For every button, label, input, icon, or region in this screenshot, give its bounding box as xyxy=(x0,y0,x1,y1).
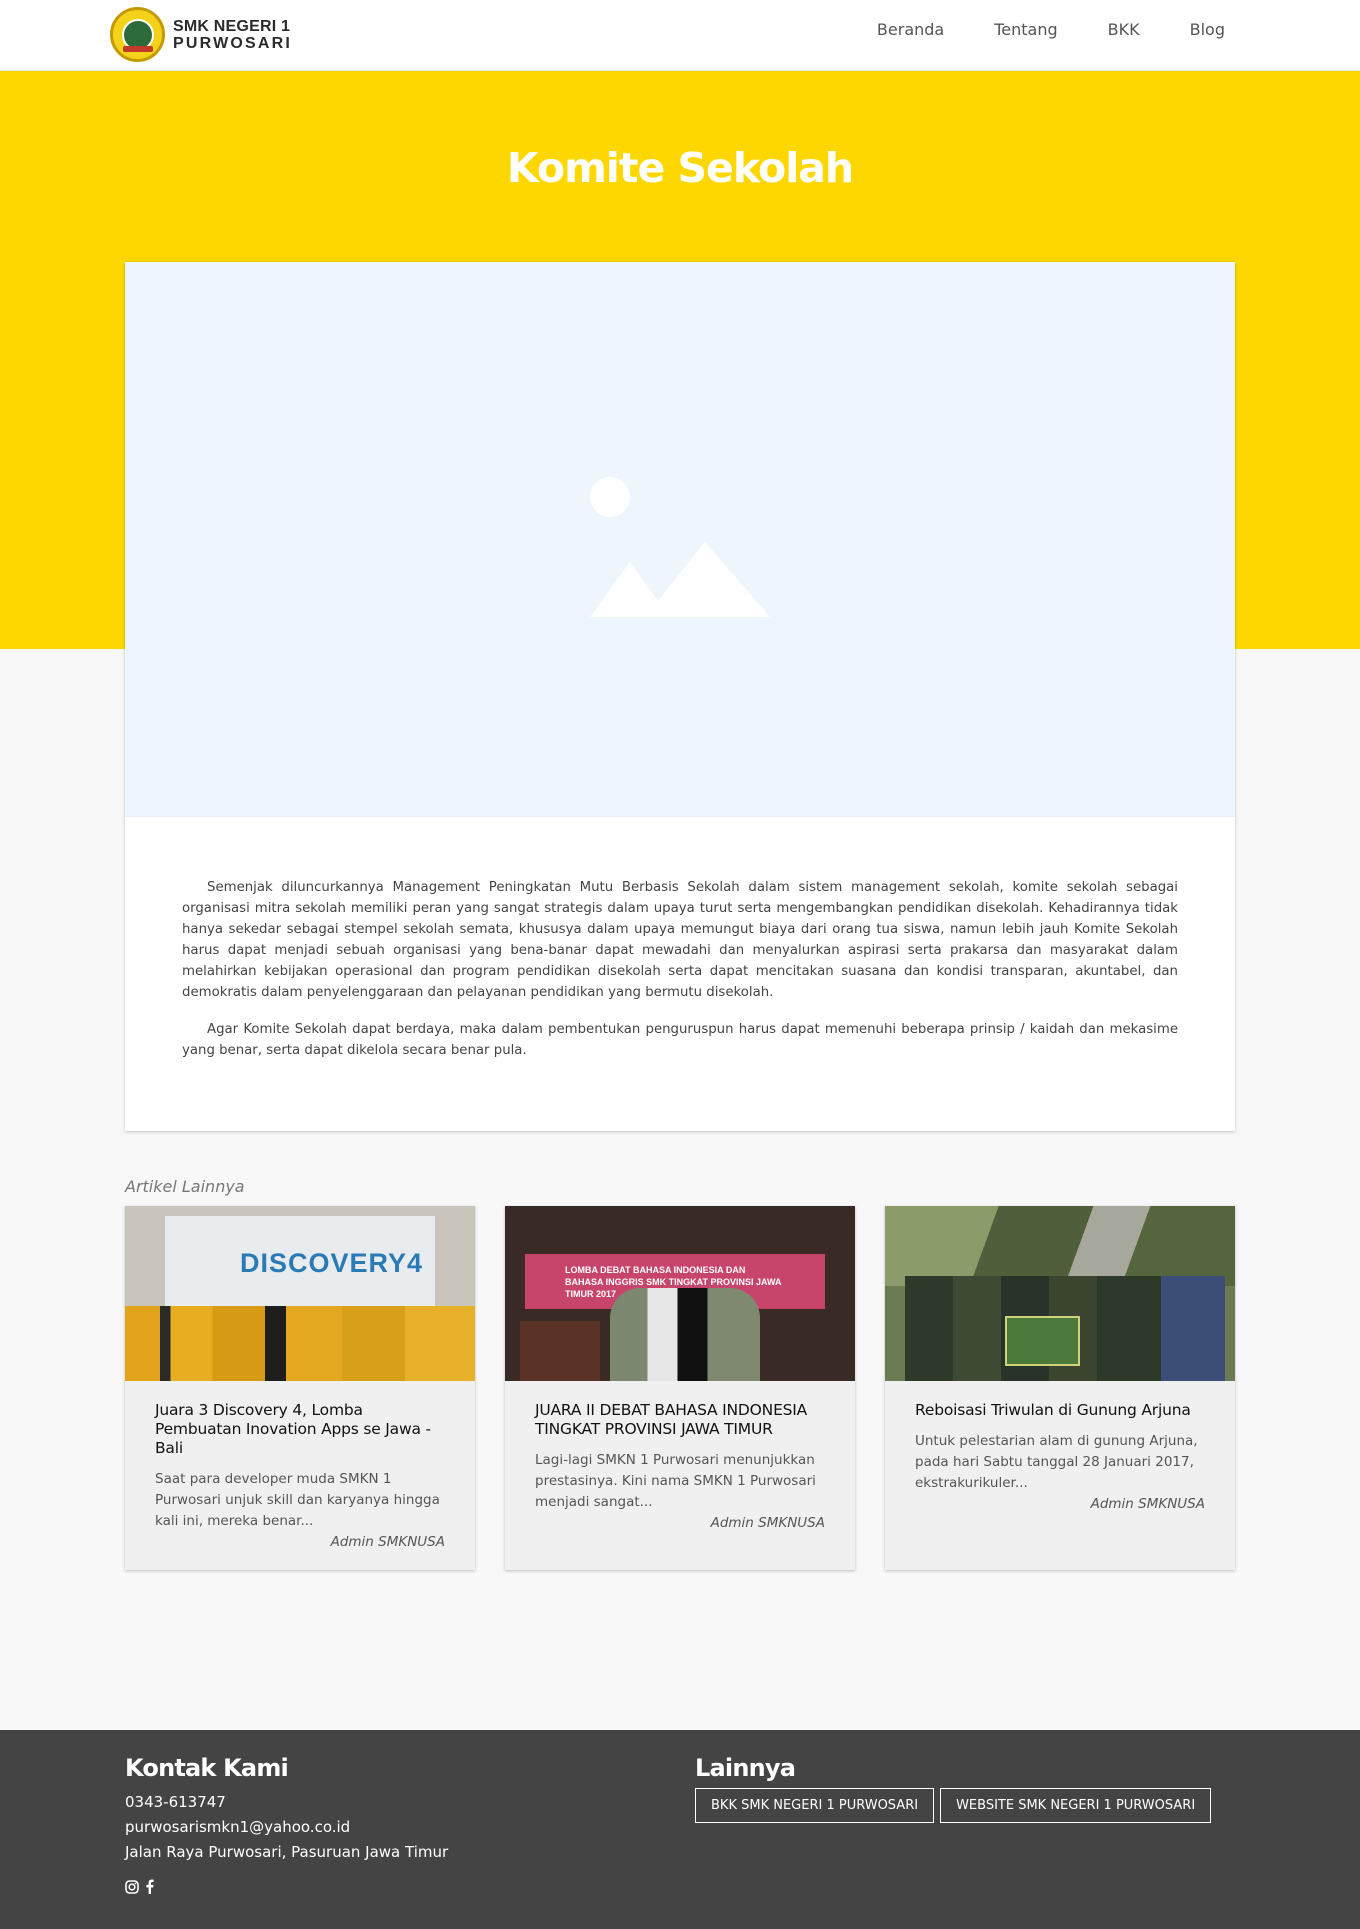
article-paragraph: Semenjak diluncurkannya Management Penin… xyxy=(182,880,1178,1000)
article-item-title[interactable]: Reboisasi Triwulan di Gunung Arjuna xyxy=(915,1401,1205,1420)
article-item[interactable]: LOMBA DEBAT BAHASA INDONESIA DAN BAHASA … xyxy=(505,1206,855,1570)
social-links xyxy=(125,1879,448,1894)
nav-link-tentang[interactable]: Tentang xyxy=(994,20,1057,39)
bkk-link-button[interactable]: BKK SMK NEGERI 1 PURWOSARI xyxy=(695,1788,935,1823)
footer-contact-title: Kontak Kami xyxy=(125,1754,289,1782)
other-articles-label: Artikel Lainnya xyxy=(125,1177,245,1196)
article-item-title[interactable]: Juara 3 Discovery 4, Lomba Pembuatan Ino… xyxy=(155,1401,445,1458)
article-item-body: Reboisasi Triwulan di Gunung Arjuna Untu… xyxy=(885,1381,1235,1512)
footer-other: Lainnya BKK SMK NEGERI 1 PURWOSARI WEBSI… xyxy=(695,1754,1212,1823)
article-item-author: Admin SMKNUSA xyxy=(330,1534,445,1550)
school-logo xyxy=(110,7,165,62)
footer-address: Jalan Raya Purwosari, Pasuruan Jawa Timu… xyxy=(125,1843,449,1861)
article-item[interactable]: DISCOVERY4 Juara 3 Discovery 4, Lomba Pe… xyxy=(125,1206,475,1570)
facebook-icon[interactable] xyxy=(145,1879,154,1894)
article-thumbnail[interactable]: LOMBA DEBAT BAHASA INDONESIA DAN BAHASA … xyxy=(505,1206,855,1381)
footer-contact: Kontak Kami 0343-613747 purwosarismkn1@y… xyxy=(125,1754,448,1894)
article-thumbnail[interactable]: DISCOVERY4 xyxy=(125,1206,475,1381)
article-item-author: Admin SMKNUSA xyxy=(1090,1496,1205,1512)
nav-link-beranda[interactable]: Beranda xyxy=(877,20,944,39)
footer-phone: 0343-613747 xyxy=(125,1793,226,1811)
page-title: Komite Sekolah xyxy=(506,144,854,192)
thumbnail-people xyxy=(610,1288,760,1381)
footer-other-title: Lainnya xyxy=(695,1754,796,1782)
thumbnail-flag xyxy=(1005,1316,1080,1366)
article-item-excerpt: Saat para developer muda SMKN 1 Purwosar… xyxy=(155,1471,440,1529)
brand-line2: PURWOSARI xyxy=(173,34,293,52)
article-thumbnail[interactable] xyxy=(885,1206,1235,1381)
footer-email: purwosarismkn1@yahoo.co.id xyxy=(125,1818,351,1836)
article-item-body: Juara 3 Discovery 4, Lomba Pembuatan Ino… xyxy=(125,1381,475,1550)
nav-link-bkk[interactable]: BKK xyxy=(1108,20,1140,39)
footer: Kontak Kami 0343-613747 purwosarismkn1@y… xyxy=(0,1730,1360,1929)
article-item-title[interactable]: JUARA II DEBAT BAHASA INDONESIA TINGKAT … xyxy=(535,1401,825,1439)
article-item[interactable]: Reboisasi Triwulan di Gunung Arjuna Untu… xyxy=(885,1206,1235,1570)
article-item-body: JUARA II DEBAT BAHASA INDONESIA TINGKAT … xyxy=(505,1381,855,1531)
brand-text: SMK NEGERI 1 PURWOSARI xyxy=(173,18,292,52)
brand-line1: SMK NEGERI 1 xyxy=(173,17,291,35)
thumbnail-crowd xyxy=(125,1306,475,1381)
thumbnail-podium xyxy=(520,1321,600,1381)
thumbnail-text: DISCOVERY4 xyxy=(240,1248,424,1278)
website-link-button[interactable]: WEBSITE SMK NEGERI 1 PURWOSARI xyxy=(940,1788,1212,1823)
article-body: Semenjak diluncurkannya Management Penin… xyxy=(125,817,1235,1061)
thumbnail-forest xyxy=(885,1206,1235,1286)
article-image xyxy=(125,262,1235,817)
navbar: SMK NEGERI 1 PURWOSARI Beranda Tentang B… xyxy=(0,0,1360,71)
nav-menu: Beranda Tentang BKK Blog xyxy=(827,20,1225,39)
brand[interactable]: SMK NEGERI 1 PURWOSARI xyxy=(110,7,292,62)
image-placeholder-icon xyxy=(590,477,770,617)
article-item-excerpt: Lagi-lagi SMKN 1 Purwosari menunjukkan p… xyxy=(535,1452,816,1510)
article-paragraph: Agar Komite Sekolah dapat berdaya, maka … xyxy=(182,1022,1178,1058)
article-item-excerpt: Untuk pelestarian alam di gunung Arjuna,… xyxy=(915,1433,1198,1491)
article-item-author: Admin SMKNUSA xyxy=(710,1515,825,1531)
nav-link-blog[interactable]: Blog xyxy=(1190,20,1225,39)
instagram-icon[interactable] xyxy=(125,1879,139,1894)
article-card: Semenjak diluncurkannya Management Penin… xyxy=(125,262,1235,1131)
